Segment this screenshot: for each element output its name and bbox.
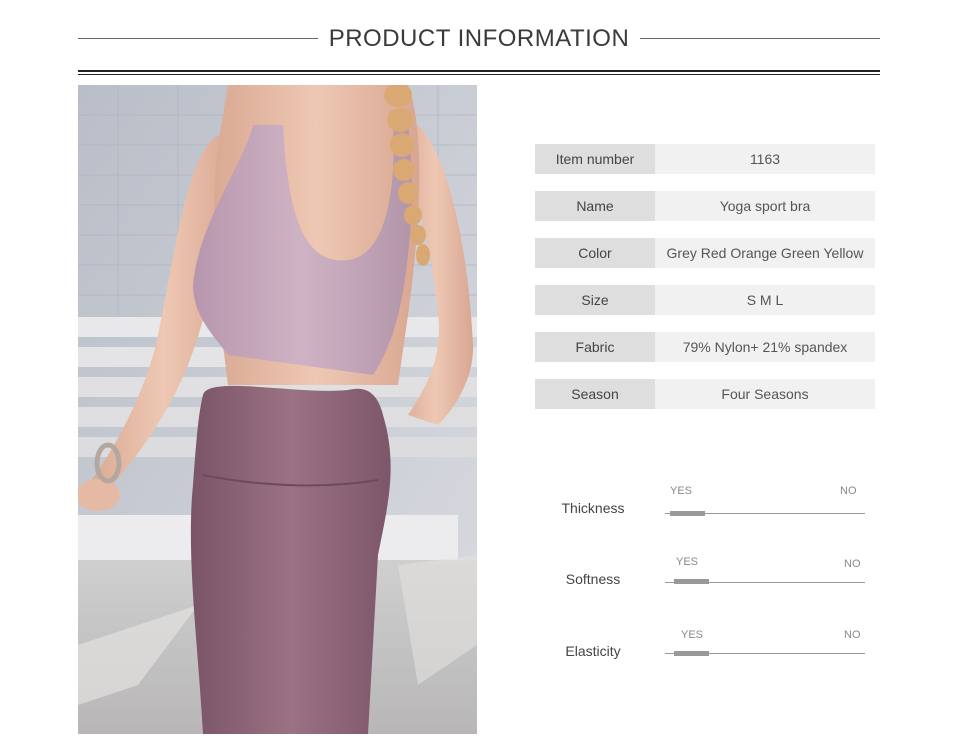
spec-row-fabric: Fabric 79% Nylon+ 21% spandex: [535, 332, 875, 362]
rating-yes-label: YES: [676, 556, 699, 568]
spec-label: Size: [535, 285, 655, 315]
spec-value: 79% Nylon+ 21% spandex: [655, 332, 875, 362]
page-title: PRODUCT INFORMATION: [328, 25, 630, 52]
spec-label: Color: [535, 238, 655, 268]
header-divider: [78, 70, 880, 76]
rating-label: Thickness: [561, 500, 625, 516]
spec-value: Yoga sport bra: [655, 191, 875, 221]
rating-softness: Softness YES NO: [540, 553, 870, 613]
product-photo: [78, 85, 477, 734]
spec-label: Season: [535, 379, 655, 409]
rating-no-label: NO: [840, 485, 857, 497]
spec-label: Name: [535, 191, 655, 221]
rating-no-label: NO: [844, 629, 861, 641]
rating-label: Softness: [565, 571, 621, 587]
rating-knob: [670, 511, 705, 516]
spec-label: Item number: [535, 144, 655, 174]
spec-row-item-number: Item number 1163: [535, 144, 875, 174]
spec-row-season: Season Four Seasons: [535, 379, 875, 409]
spec-value: 1163: [655, 144, 875, 174]
header-rule-left: [78, 38, 318, 39]
rating-yes-label: YES: [670, 485, 693, 497]
rating-elasticity: Elasticity YES NO: [540, 624, 870, 684]
rating-knob: [674, 651, 709, 656]
spec-row-name: Name Yoga sport bra: [535, 191, 875, 221]
section-header: PRODUCT INFORMATION: [78, 22, 880, 56]
spec-label: Fabric: [535, 332, 655, 362]
spec-row-color: Color Grey Red Orange Green Yellow: [535, 238, 875, 268]
header-rule-right: [640, 38, 880, 39]
spec-row-size: Size S M L: [535, 285, 875, 315]
rating-thickness: Thickness YES NO: [540, 482, 870, 542]
spec-value: Grey Red Orange Green Yellow: [655, 238, 875, 268]
rating-no-label: NO: [844, 558, 861, 570]
spec-value: Four Seasons: [655, 379, 875, 409]
rating-yes-label: YES: [681, 629, 704, 641]
rating-label: Elasticity: [565, 643, 621, 659]
rating-knob: [674, 579, 709, 584]
spec-value: S M L: [655, 285, 875, 315]
